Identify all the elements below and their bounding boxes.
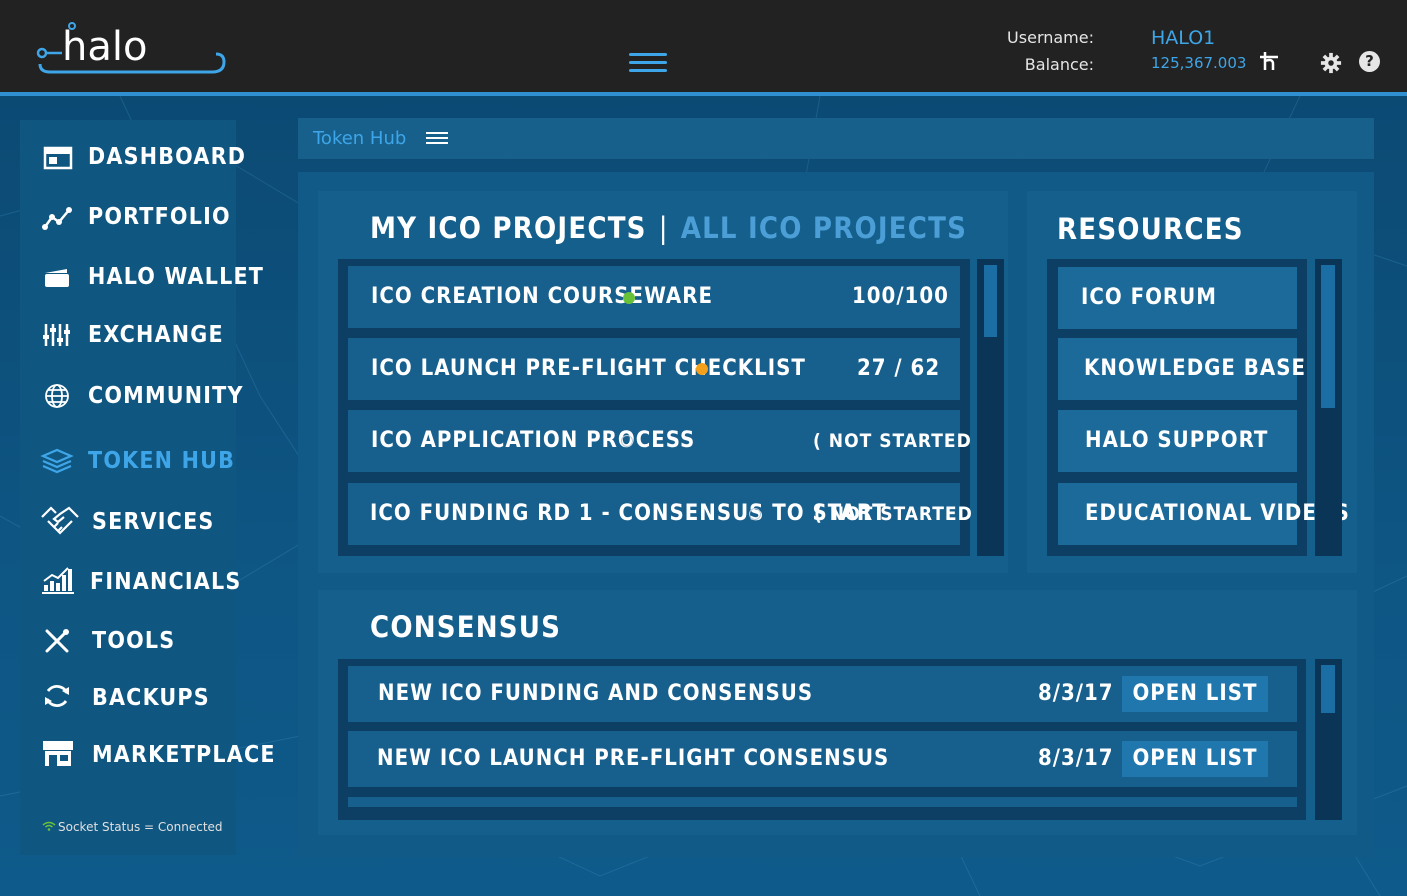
project-name: ICO LAUNCH PRE-FLIGHT CHECKLIST [371, 356, 806, 381]
sidebar-item-label: BACKUPS [92, 685, 210, 711]
project-name: ICO CREATION COURSEWARE [371, 284, 713, 309]
open-list-button[interactable]: OPEN LIST [1122, 741, 1268, 777]
project-progress: ( NOT STARTED ) [813, 430, 988, 452]
sidebar-item-label: PORTFOLIO [88, 204, 231, 230]
consensus-date: 8/3/17 [1038, 681, 1114, 706]
ico-project-row[interactable]: ICO FUNDING RD 1 - CONSENSUS TO START ( … [348, 483, 988, 545]
sidebar-item-label: TOOLS [92, 628, 176, 654]
sidebar-item-portfolio[interactable]: PORTFOLIO [20, 194, 236, 240]
status-complete-dot [623, 292, 635, 304]
tools-icon [45, 629, 69, 653]
consensus-scrollbar[interactable] [1315, 659, 1342, 820]
open-list-button[interactable]: OPEN LIST [1122, 676, 1268, 712]
scrollbar-thumb[interactable] [1321, 665, 1335, 713]
financials-icon [42, 567, 74, 594]
consensus-title: CONSENSUS [370, 610, 562, 644]
refresh-icon [45, 685, 69, 707]
sidebar-item-token-hub[interactable]: TOKEN HUB [20, 438, 236, 484]
username-value[interactable]: HALO1 [1151, 26, 1246, 50]
sidebar-item-community[interactable]: COMMUNITY [20, 373, 242, 419]
tab-separator: | [658, 211, 669, 245]
logo-text: halo [62, 24, 147, 70]
help-icon[interactable]: ? [1359, 51, 1380, 72]
main-menu-button[interactable] [629, 53, 669, 75]
resource-label: HALO SUPPORT [1085, 428, 1269, 453]
tab-all-ico-projects[interactable]: ALL ICO PROJECTS [681, 211, 967, 245]
sidebar: DASHBOARD PORTFOLIO HALO WALLET EXCHANGE [20, 120, 275, 855]
project-progress: ( NOT STARTED ) [814, 503, 989, 525]
status-not-started-dot [749, 508, 761, 520]
consensus-name: NEW ICO LAUNCH PRE-FLIGHT CONSENSUS [377, 746, 890, 771]
consensus-name: NEW ICO FUNDING AND CONSENSUS [378, 681, 814, 706]
user-info-labels: Username: Balance: [990, 24, 1094, 78]
status-in-progress-dot [696, 363, 708, 375]
tab-my-ico-projects[interactable]: MY ICO PROJECTS [370, 211, 647, 245]
username-label: Username: [1007, 28, 1094, 47]
sidebar-item-dashboard[interactable]: DASHBOARD [20, 134, 245, 180]
resource-educational-videos[interactable]: EDUCATIONAL VIDEOS [1058, 483, 1349, 545]
consensus-list: NEW ICO FUNDING AND CONSENSUS 8/3/17 OPE… [338, 659, 1306, 820]
consensus-row-partial [348, 797, 1297, 807]
sidebar-item-marketplace[interactable]: MARKETPLACE [20, 732, 275, 778]
ico-list-scrollbar[interactable] [977, 259, 1004, 556]
globe-icon [45, 384, 69, 408]
sidebar-item-label: DASHBOARD [88, 144, 247, 170]
scrollbar-thumb[interactable] [1321, 265, 1335, 408]
sidebar-item-exchange[interactable]: EXCHANGE [20, 312, 236, 358]
sidebar-item-services[interactable]: SERVICES [20, 499, 236, 545]
halo-coin-icon [1260, 52, 1278, 70]
resource-halo-support[interactable]: HALO SUPPORT [1058, 410, 1297, 472]
resource-label: KNOWLEDGE BASE [1084, 356, 1306, 381]
sidebar-item-label: FINANCIALS [90, 569, 242, 595]
resources-title: RESOURCES [1057, 212, 1244, 246]
sidebar-item-halo-wallet[interactable]: HALO WALLET [20, 254, 263, 300]
project-progress: 100/100 [852, 284, 949, 309]
page-menu-button[interactable] [426, 132, 450, 146]
sidebar-item-label: SERVICES [92, 509, 215, 535]
scrollbar-thumb[interactable] [984, 265, 997, 337]
project-progress: 27 / 62 [857, 356, 941, 381]
socket-status: Socket Status = Connected [42, 820, 223, 834]
handshake-icon [41, 506, 79, 535]
status-not-started-dot [621, 435, 633, 447]
ico-project-row[interactable]: ICO LAUNCH PRE-FLIGHT CHECKLIST 27 / 62 [348, 338, 960, 400]
ico-project-row[interactable]: ICO APPLICATION PROCESS ( NOT STARTED ) [348, 410, 987, 472]
store-icon [43, 741, 73, 766]
wifi-icon [42, 821, 56, 831]
page-title: Token Hub [313, 128, 407, 149]
project-name: ICO APPLICATION PROCESS [371, 428, 696, 453]
gear-icon[interactable] [1320, 52, 1342, 74]
dashboard-icon [43, 146, 73, 170]
ico-project-list: ICO CREATION COURSEWARE 100/100 ICO LAUN… [338, 259, 988, 556]
consensus-date: 8/3/17 [1038, 746, 1114, 771]
wallet-icon [45, 269, 69, 287]
exchange-icon [43, 324, 70, 346]
project-name: ICO FUNDING RD 1 - CONSENSUS TO START [370, 501, 887, 526]
balance-label: Balance: [1024, 55, 1094, 74]
portfolio-icon [42, 207, 72, 230]
balance-value: 125,367.003 [1151, 54, 1247, 72]
sidebar-item-label: EXCHANGE [88, 322, 224, 348]
sidebar-item-label: HALO WALLET [88, 264, 265, 290]
consensus-row[interactable]: NEW ICO FUNDING AND CONSENSUS 8/3/17 OPE… [348, 666, 1297, 722]
sidebar-item-financials[interactable]: FINANCIALS [20, 559, 240, 605]
sidebar-item-label: TOKEN HUB [88, 448, 236, 474]
sidebar-item-label: MARKETPLACE [92, 742, 276, 768]
resource-knowledge-base[interactable]: KNOWLEDGE BASE [1058, 338, 1305, 400]
ico-tabs: MY ICO PROJECTS | ALL ICO PROJECTS [370, 211, 967, 245]
sidebar-item-backups[interactable]: BACKUPS [20, 675, 236, 721]
consensus-row[interactable]: NEW ICO LAUNCH PRE-FLIGHT CONSENSUS 8/3/… [348, 731, 1297, 787]
resource-label: EDUCATIONAL VIDEOS [1085, 501, 1350, 526]
user-info-values: HALO1 125,367.003 [1151, 26, 1246, 76]
sidebar-item-tools[interactable]: TOOLS [20, 618, 236, 664]
layers-icon [40, 448, 74, 474]
resource-ico-forum[interactable]: ICO FORUM [1058, 267, 1297, 329]
socket-status-text: Socket Status = Connected [58, 820, 223, 834]
sidebar-item-label: COMMUNITY [88, 383, 244, 409]
halo-logo[interactable]: halo [36, 20, 228, 76]
resource-label: ICO FORUM [1081, 285, 1217, 310]
breadcrumb: Token Hub [298, 118, 1374, 159]
resources-scrollbar[interactable] [1315, 259, 1342, 556]
ico-project-row[interactable]: ICO CREATION COURSEWARE 100/100 [348, 266, 960, 328]
